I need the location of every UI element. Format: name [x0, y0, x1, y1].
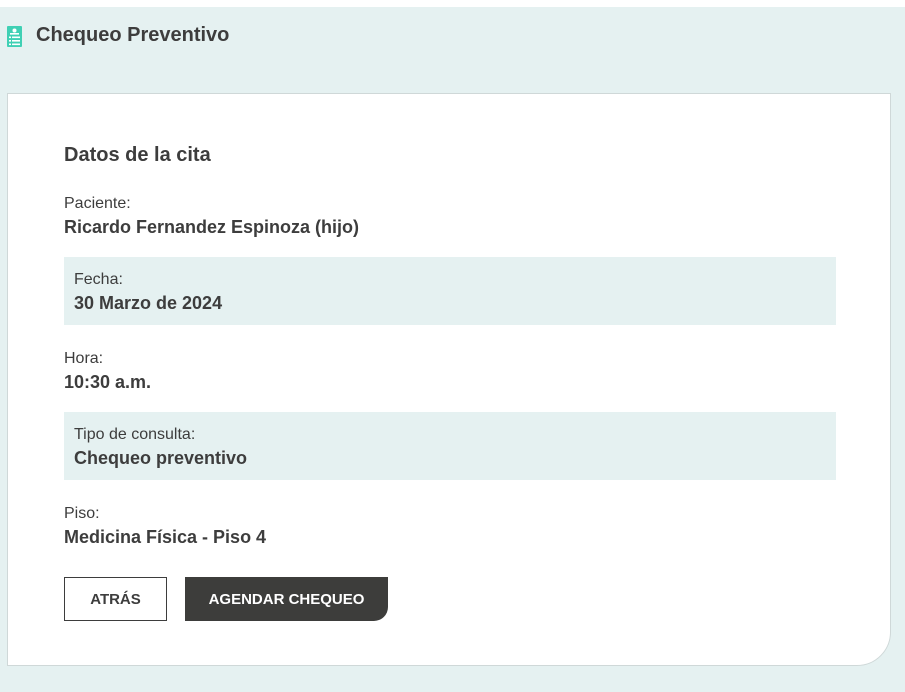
schedule-checkup-button[interactable]: AGENDAR CHEQUEO [185, 577, 388, 621]
floor-field: Piso: Medicina Física - Piso 4 [64, 504, 836, 548]
time-value: 10:30 a.m. [64, 372, 152, 392]
back-button[interactable]: ATRÁS [64, 577, 167, 621]
patient-value: Ricardo Fernandez Espinoza (hijo) [64, 217, 360, 237]
patient-label: Paciente: [64, 195, 131, 212]
patient-field: Paciente: Ricardo Fernandez Espinoza (hi… [64, 194, 836, 238]
date-value: 30 Marzo de 2024 [74, 293, 223, 313]
section-title: Datos de la cita [64, 144, 211, 166]
page-title: Chequeo Preventivo [36, 24, 230, 46]
consult-type-field: Tipo de consulta: Chequeo preventivo [64, 412, 836, 480]
appointment-card: Datos de la cita Paciente: Ricardo Ferna… [7, 93, 891, 666]
consult-type-label: Tipo de consulta: [74, 426, 196, 443]
medical-report-icon [7, 26, 22, 47]
page-background: Chequeo Preventivo Datos de la cita Paci… [0, 7, 905, 692]
date-label: Fecha: [74, 271, 123, 288]
page-header: Chequeo Preventivo [0, 7, 905, 67]
floor-value: Medicina Física - Piso 4 [64, 527, 267, 547]
time-label: Hora: [64, 350, 104, 367]
floor-label: Piso: [64, 505, 100, 522]
consult-type-value: Chequeo preventivo [74, 448, 248, 468]
date-field: Fecha: 30 Marzo de 2024 [64, 257, 836, 325]
time-field: Hora: 10:30 a.m. [64, 349, 836, 393]
